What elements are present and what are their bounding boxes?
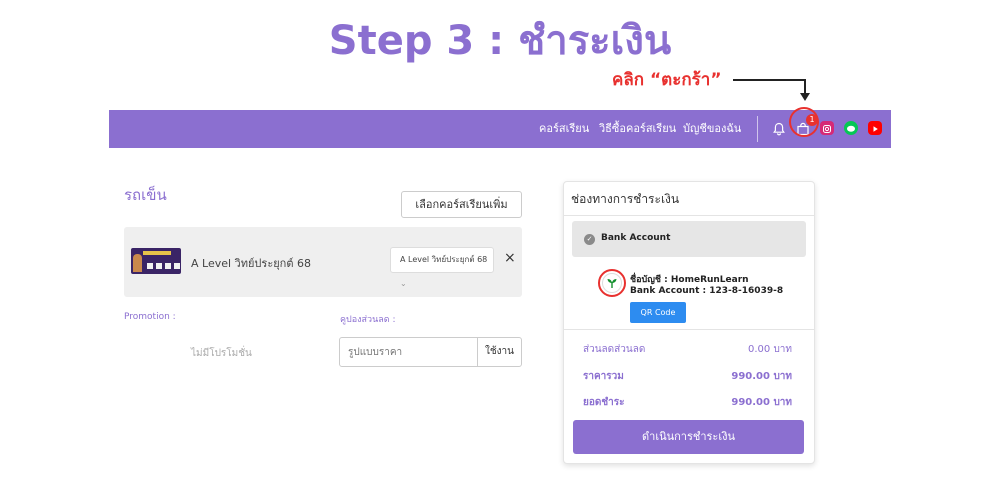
remove-item-button[interactable]: × <box>504 250 516 266</box>
check-circle-icon: ✓ <box>584 234 595 245</box>
no-promotion-text: ไม่มีโปรโมชั่น <box>191 348 252 359</box>
chevron-down-icon: ⌄ <box>400 279 407 288</box>
bank-logo-highlight-circle <box>598 269 626 297</box>
nav-link-my-account[interactable]: บัญชีของฉัน <box>683 110 741 148</box>
discount-label: ส่วนลดส่วนลด <box>583 344 646 355</box>
account-number: Bank Account : 123-8-16039-8 <box>630 286 784 296</box>
annotation-arrow-head <box>800 93 810 101</box>
course-thumbnail <box>131 248 181 274</box>
annotation-arrow-line <box>733 79 805 81</box>
bank-account-label: Bank Account <box>601 233 671 243</box>
payment-panel-title: ช่องทางการชำระเงิน <box>564 182 814 216</box>
payment-panel: ช่องทางการชำระเงิน ✓ Bank Account ชื่อบั… <box>563 181 815 464</box>
proceed-payment-button[interactable]: ดำเนินการชำระเงิน <box>573 420 804 454</box>
page-title: Step 3 : ชำระเงิน <box>328 18 672 64</box>
nav-divider <box>757 116 758 142</box>
course-option-select[interactable]: A Level วิทย์ประยุกต์ 68 ⌄ <box>390 247 494 288</box>
qr-code-button[interactable]: QR Code <box>630 302 686 323</box>
total-value: 990.00 บาท <box>731 397 792 408</box>
subtotal-label: ราคารวม <box>583 371 624 382</box>
course-option-value: A Level วิทย์ประยุกต์ 68 <box>400 255 488 264</box>
bank-account-option[interactable]: ✓ Bank Account <box>572 221 806 257</box>
promotion-label: Promotion : <box>124 312 176 322</box>
cart-item: A Level วิทย์ประยุกต์ 68 A Level วิทย์ปร… <box>124 227 522 297</box>
cart-count-badge: 1 <box>806 114 818 126</box>
coupon-input[interactable] <box>339 337 478 367</box>
panel-divider <box>564 329 814 330</box>
account-name: ชื่อบัญชี : HomeRunLearn <box>630 275 749 285</box>
total-label: ยอดชำระ <box>583 397 625 408</box>
top-navbar: คอร์สเรียน วิธีซื้อคอร์สเรียน บัญชีของฉั… <box>109 107 891 148</box>
cart-title: รถเข็น <box>124 186 167 204</box>
discount-value: 0.00 บาท <box>748 344 792 355</box>
line-icon[interactable] <box>844 121 858 135</box>
apply-coupon-button[interactable]: ใช้งาน <box>477 337 522 367</box>
nav-link-how-to-buy[interactable]: วิธีซื้อคอร์สเรียน <box>599 110 676 148</box>
annotation-label: คลิก “ตะกร้า” <box>612 70 722 90</box>
bell-icon[interactable] <box>769 119 789 139</box>
subtotal-value: 990.00 บาท <box>731 371 792 382</box>
nav-link-courses[interactable]: คอร์สเรียน <box>539 110 589 148</box>
add-course-button[interactable]: เลือกคอร์สเรียนเพิ่ม <box>401 191 522 218</box>
course-name: A Level วิทย์ประยุกต์ 68 <box>191 257 311 270</box>
instagram-icon[interactable] <box>820 121 834 135</box>
coupon-label: คูปองส่วนลด : <box>340 315 396 325</box>
youtube-icon[interactable] <box>868 121 882 135</box>
